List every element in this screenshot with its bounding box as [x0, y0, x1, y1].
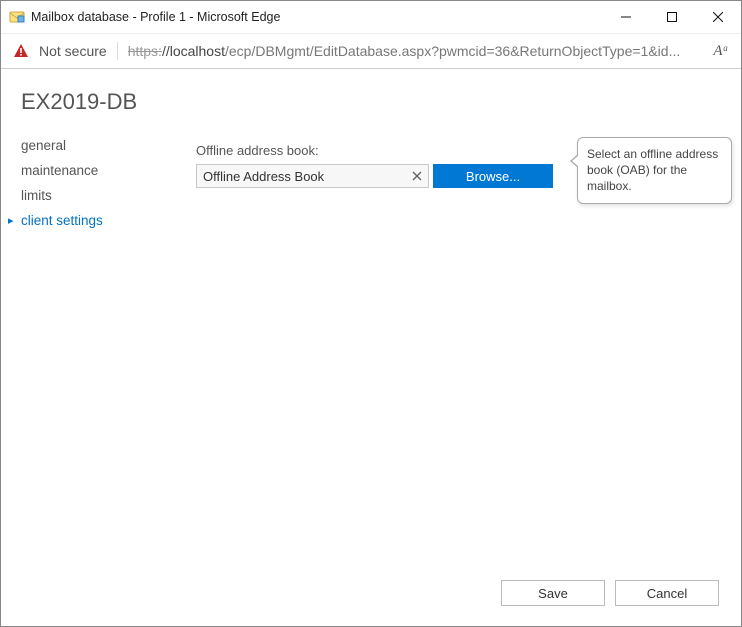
maximize-button[interactable]	[649, 1, 695, 33]
sidebar-item-maintenance[interactable]: maintenance	[21, 158, 196, 183]
page-body: EX2019-DB general maintenance limits cli…	[1, 69, 741, 626]
window-title: Mailbox database - Profile 1 - Microsoft…	[31, 10, 603, 24]
browse-button[interactable]: Browse...	[433, 164, 553, 188]
url-path: /ecp/DBMgmt/EditDatabase.aspx?pwmcid=36&…	[225, 43, 680, 59]
sidebar-item-client-settings[interactable]: client settings	[21, 208, 196, 233]
window-controls	[603, 1, 741, 33]
address-bar[interactable]: Not secure https://localhost/ecp/DBMgmt/…	[1, 33, 741, 69]
main-panel: Offline address book: Browse... Select a…	[196, 133, 721, 188]
sidebar-item-limits[interactable]: limits	[21, 183, 196, 208]
sidebar: general maintenance limits client settin…	[21, 133, 196, 233]
page-title: EX2019-DB	[21, 89, 721, 115]
oab-input[interactable]	[197, 165, 406, 187]
security-label: Not secure	[39, 43, 107, 59]
not-secure-icon	[13, 43, 29, 59]
oab-input-wrap[interactable]	[196, 164, 429, 188]
url-text[interactable]: https://localhost/ecp/DBMgmt/EditDatabas…	[128, 43, 703, 59]
clear-icon[interactable]	[406, 165, 428, 187]
immersive-reader-icon[interactable]: Aᵃ	[711, 43, 731, 60]
minimize-button[interactable]	[603, 1, 649, 33]
close-button[interactable]	[695, 1, 741, 33]
addressbar-divider	[117, 42, 118, 60]
sidebar-item-general[interactable]: general	[21, 133, 196, 158]
app-icon	[9, 9, 25, 25]
save-button[interactable]: Save	[501, 580, 605, 606]
help-callout: Select an offline address book (OAB) for…	[577, 137, 732, 204]
window-titlebar: Mailbox database - Profile 1 - Microsoft…	[1, 1, 741, 33]
url-scheme: https:	[128, 43, 162, 59]
footer-buttons: Save Cancel	[501, 580, 719, 606]
cancel-button[interactable]: Cancel	[615, 580, 719, 606]
url-host: //localhost	[162, 43, 225, 59]
